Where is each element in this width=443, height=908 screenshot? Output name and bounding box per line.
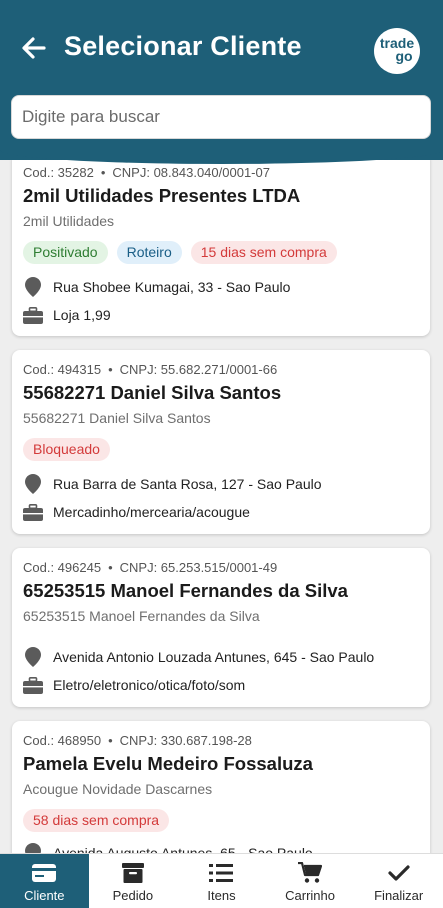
client-fantasy-name: Acougue Novidade Dascarnes bbox=[23, 781, 213, 797]
list-icon bbox=[208, 862, 234, 884]
client-segment: Mercadinho/mercearia/acougue bbox=[53, 504, 250, 520]
client-tags: Bloqueado bbox=[23, 438, 110, 461]
id-card-icon bbox=[31, 862, 57, 884]
location-pin-icon bbox=[23, 474, 43, 494]
location-pin-icon bbox=[23, 277, 43, 297]
client-tags: 58 dias sem compra bbox=[23, 809, 170, 832]
tab-cliente[interactable]: Cliente bbox=[0, 854, 89, 908]
client-meta: Cod.: 35282 • CNPJ: 08.843.040/0001-07 bbox=[23, 165, 270, 180]
page-title: Selecionar Cliente bbox=[64, 31, 302, 61]
tab-carrinho[interactable]: Carrinho bbox=[266, 854, 355, 908]
client-fantasy-name: 55682271 Daniel Silva Santos bbox=[23, 410, 211, 426]
check-icon bbox=[386, 862, 412, 884]
status-badge-days-without-purchase: 58 dias sem compra bbox=[23, 809, 170, 832]
client-card[interactable]: Cod.: 494315 • CNPJ: 55.682.271/0001-66 55… bbox=[12, 350, 430, 534]
location-pin-icon bbox=[23, 843, 43, 853]
status-badge-roteiro: Roteiro bbox=[116, 241, 182, 264]
client-address: Avenida Augusto Antunes, 65 - Sao Paulo bbox=[53, 845, 313, 853]
client-cnpj: CNPJ: 65.253.515/0001-49 bbox=[119, 560, 278, 575]
back-button[interactable] bbox=[18, 33, 48, 63]
cart-icon bbox=[297, 862, 323, 884]
client-card[interactable]: Cod.: 496245 • CNPJ: 65.253.515/0001-49 65… bbox=[12, 548, 430, 707]
tab-itens[interactable]: Itens bbox=[177, 854, 266, 908]
client-segment-row: Mercadinho/mercearia/acougue bbox=[23, 502, 250, 522]
arrow-left-icon bbox=[22, 37, 46, 59]
client-code: Cod.: 496245 bbox=[23, 560, 102, 575]
tab-finalizar[interactable]: Finalizar bbox=[354, 854, 443, 908]
client-meta: Cod.: 496245 • CNPJ: 65.253.515/0001-49 bbox=[23, 560, 278, 575]
status-badge-bloqueado: Bloqueado bbox=[23, 438, 110, 461]
status-badge-days-without-purchase: 15 dias sem compra bbox=[190, 241, 337, 264]
client-cnpj: CNPJ: 55.682.271/0001-66 bbox=[119, 362, 278, 377]
client-address: Avenida Antonio Louzada Antunes, 645 - S… bbox=[53, 649, 375, 665]
client-segment: Eletro/eletronico/otica/foto/som bbox=[53, 677, 246, 693]
client-address-row: Rua Barra de Santa Rosa, 127 - Sao Paulo bbox=[23, 474, 322, 494]
client-name: 2mil Utilidades Presentes LTDA bbox=[23, 185, 301, 206]
client-address-row: Avenida Augusto Antunes, 65 - Sao Paulo bbox=[23, 843, 313, 853]
client-address: Rua Shobee Kumagai, 33 - Sao Paulo bbox=[53, 279, 291, 295]
briefcase-icon bbox=[23, 675, 43, 695]
client-name: Pamela Evelu Medeiro Fossaluza bbox=[23, 753, 313, 774]
client-segment-row: Eletro/eletronico/otica/foto/som bbox=[23, 675, 245, 695]
client-code: Cod.: 35282 bbox=[23, 165, 94, 180]
client-code: Cod.: 494315 bbox=[23, 362, 102, 377]
client-meta: Cod.: 468950 • CNPJ: 330.687.198-28 bbox=[23, 733, 252, 748]
client-tags: Positivado Roteiro 15 dias sem compra bbox=[23, 241, 337, 264]
client-name: 55682271 Daniel Silva Santos bbox=[23, 382, 282, 403]
client-segment-row: Loja 1,99 bbox=[23, 305, 111, 325]
bottom-nav: Cliente Pedido Itens Carrinho Finalizar bbox=[0, 853, 443, 908]
client-address: Rua Barra de Santa Rosa, 127 - Sao Paulo bbox=[53, 476, 322, 492]
archive-box-icon bbox=[120, 862, 146, 884]
location-pin-icon bbox=[23, 647, 43, 667]
client-cnpj: CNPJ: 08.843.040/0001-07 bbox=[112, 165, 270, 180]
client-card[interactable]: Cod.: 35282 • CNPJ: 08.843.040/0001-07 2mi… bbox=[12, 153, 430, 336]
search-input[interactable] bbox=[11, 95, 431, 139]
tab-pedido[interactable]: Pedido bbox=[89, 854, 178, 908]
client-fantasy-name: 2mil Utilidades bbox=[23, 213, 115, 229]
briefcase-icon bbox=[23, 502, 43, 522]
client-card[interactable]: Cod.: 468950 • CNPJ: 330.687.198-28 Pamela… bbox=[12, 721, 430, 853]
client-segment: Loja 1,99 bbox=[53, 307, 111, 323]
client-address-row: Rua Shobee Kumagai, 33 - Sao Paulo bbox=[23, 277, 290, 297]
briefcase-icon bbox=[23, 305, 43, 325]
client-cnpj: CNPJ: 330.687.198-28 bbox=[119, 733, 252, 748]
client-code: Cod.: 468950 bbox=[23, 733, 102, 748]
client-name: 65253515 Manoel Fernandes da Silva bbox=[23, 580, 348, 601]
client-address-row: Avenida Antonio Louzada Antunes, 645 - S… bbox=[23, 647, 374, 667]
client-meta: Cod.: 494315 • CNPJ: 55.682.271/0001-66 bbox=[23, 362, 278, 377]
client-fantasy-name: 65253515 Manoel Fernandes da Silva bbox=[23, 608, 260, 624]
status-badge-positivado: Positivado bbox=[23, 241, 108, 264]
brand-logo: trade go bbox=[374, 28, 420, 74]
